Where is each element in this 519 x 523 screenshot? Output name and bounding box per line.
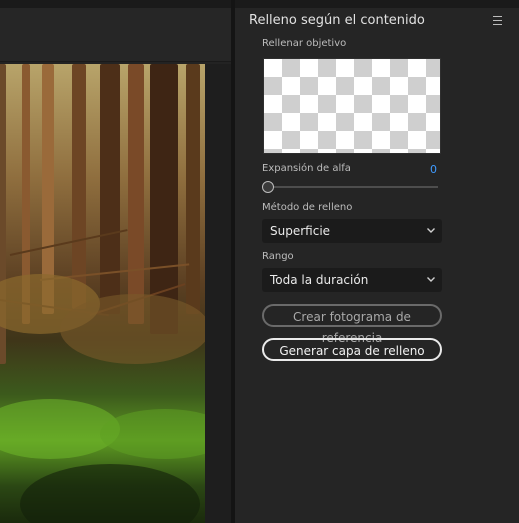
range-value: Toda la duración	[270, 273, 369, 287]
shadow	[20, 464, 200, 523]
tree-trunk	[72, 64, 86, 309]
tree-trunk	[128, 64, 144, 324]
fill-method-label: Método de relleno	[262, 202, 353, 213]
alpha-expansion-value[interactable]: 0	[425, 163, 437, 176]
composition-viewer	[0, 0, 231, 523]
panel-top-bar	[235, 0, 519, 8]
viewer-header	[0, 8, 231, 62]
chevron-down-icon	[427, 277, 435, 282]
generate-fill-layer-button[interactable]: Generar capa de relleno	[262, 338, 442, 361]
create-reference-frame-button[interactable]: Crear fotograma de referencia	[262, 304, 442, 345]
panel-title: Relleno según el contenido	[249, 13, 425, 28]
alpha-expansion-slider-track[interactable]	[268, 186, 438, 188]
moss	[100, 409, 205, 459]
chevron-down-icon	[427, 228, 435, 233]
range-label: Rango	[262, 251, 294, 262]
footage-preview[interactable]	[0, 64, 205, 523]
viewer-gutter	[205, 64, 231, 523]
range-select[interactable]: Toda la duración	[262, 268, 442, 292]
alpha-expansion-slider-thumb[interactable]	[262, 181, 274, 193]
viewer-top-bar	[0, 0, 231, 8]
foliage	[60, 294, 205, 364]
fill-method-value: Superficie	[270, 224, 331, 238]
tree-trunk	[186, 64, 200, 314]
alpha-expansion-label: Expansión de alfa	[262, 163, 351, 174]
fill-method-select[interactable]: Superficie	[262, 219, 442, 243]
fill-target-label: Rellenar objetivo	[262, 38, 347, 49]
content-aware-fill-panel: Relleno según el contenido Rellenar obje…	[235, 0, 519, 523]
tree-trunk	[100, 64, 120, 314]
fill-target-preview	[263, 58, 441, 154]
hamburger-menu-icon[interactable]	[493, 16, 502, 25]
